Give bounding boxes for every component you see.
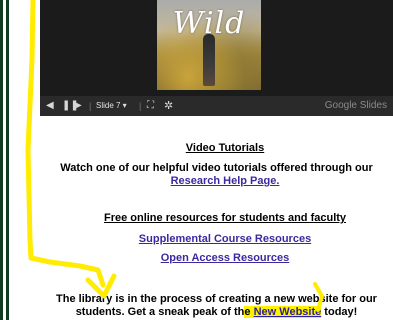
toolbar-divider: | [89,101,92,111]
slides-viewer[interactable]: Wild ◀ ❚❚ ▶ | Slide 7 ▾ | ⛶ ✲ Google Sli… [40,0,393,116]
slides-toolbar: ◀ ❚❚ ▶ | Slide 7 ▾ | ⛶ ✲ Google Slides [40,96,393,116]
notice-text-end: today! [321,306,358,318]
new-website-notice: The library is in the process of creatin… [40,293,393,319]
arrow-left-icon[interactable]: ◀ [46,100,54,112]
notice-text: students. Get a sneak peak of th [75,306,245,318]
arrow-right-icon[interactable]: ▶ [74,100,82,112]
slide-selector[interactable]: Slide 7 ▾ [96,100,127,112]
new-website-link[interactable]: New Website [253,306,322,318]
notice-line-1: The library is in the process of creatin… [56,293,377,305]
open-access-link[interactable]: Open Access Resources [110,252,340,264]
supplemental-resources-link[interactable]: Supplemental Course Resources [90,233,360,245]
google-slides-brand[interactable]: Google Slides [325,100,387,112]
notice-line-2: students. Get a sneak peak of the New We… [40,306,393,319]
slide-image: Wild [157,0,261,90]
video-tutorials-text: Watch one of our helpful video tutorials… [60,162,373,174]
gear-icon[interactable]: ✲ [164,100,173,112]
video-tutorials-heading[interactable]: Video Tutorials [130,142,320,154]
toolbar-divider: | [139,101,142,111]
frame-stripe [6,0,9,320]
highlighted-text: e [244,306,254,318]
free-resources-heading[interactable]: Free online resources for students and f… [55,212,393,224]
poster-figure [203,34,215,86]
research-help-link[interactable]: Research Help Page. [130,175,320,187]
fullscreen-icon[interactable]: ⛶ [147,100,154,112]
